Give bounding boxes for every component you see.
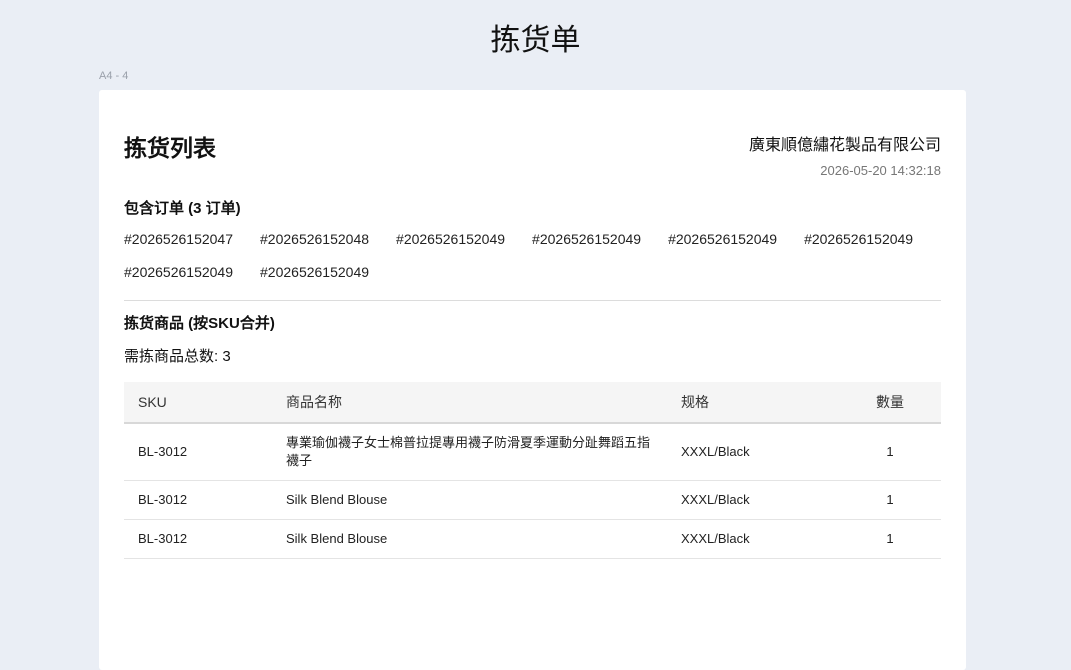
order-id: #2026526152048 <box>260 231 370 247</box>
column-header-name: 商品名称 <box>272 382 667 424</box>
cell-sku: BL-3012 <box>124 423 272 481</box>
table-row: BL-3012 Silk Blend Blouse XXXL/Black 1 <box>124 519 941 559</box>
print-timestamp: 2026-05-20 14:32:18 <box>820 163 941 178</box>
order-id: #2026526152049 <box>124 264 234 280</box>
items-section-title: 拣货商品 (按SKU合并) <box>124 315 275 332</box>
column-header-sku: SKU <box>124 382 272 424</box>
order-list: #2026526152047 #2026526152048 #202652615… <box>124 228 941 283</box>
order-id: #2026526152047 <box>124 231 234 247</box>
column-header-spec: 规格 <box>667 382 839 424</box>
page-heading: 拣货单 <box>490 24 581 57</box>
order-id: #2026526152049 <box>668 231 778 247</box>
cell-qty: 1 <box>839 519 941 559</box>
column-header-qty: 數量 <box>839 382 941 424</box>
table-row: BL-3012 專業瑜伽襪子女士棉普拉提專用襪子防滑夏季運動分趾舞蹈五指襪子 X… <box>124 423 941 481</box>
order-id: #2026526152049 <box>260 264 370 280</box>
order-id: #2026526152049 <box>396 231 506 247</box>
picking-sheet: 拣货列表 廣東順億繡花製品有限公司 2026-05-20 14:32:18 包含… <box>99 90 966 670</box>
order-id: #2026526152049 <box>532 231 642 247</box>
cell-qty: 1 <box>839 423 941 481</box>
cell-sku: BL-3012 <box>124 519 272 559</box>
company-name: 廣東順億繡花製品有限公司 <box>748 137 941 154</box>
page-size-label: A4 - 4 <box>99 70 129 82</box>
section-divider <box>124 300 941 301</box>
cell-name: Silk Blend Blouse <box>272 480 667 520</box>
table-row: BL-3012 Silk Blend Blouse XXXL/Black 1 <box>124 480 941 520</box>
items-table: SKU 商品名称 规格 數量 BL-3012 專業瑜伽襪子女士棉普拉提專用襪子防… <box>124 382 941 559</box>
total-items-count: 需拣商品总数: 3 <box>124 348 231 365</box>
document-title: 拣货列表 <box>124 135 216 161</box>
cell-name: Silk Blend Blouse <box>272 519 667 559</box>
cell-name: 專業瑜伽襪子女士棉普拉提專用襪子防滑夏季運動分趾舞蹈五指襪子 <box>272 423 667 481</box>
cell-sku: BL-3012 <box>124 480 272 520</box>
orders-section-title: 包含订单 (3 订单) <box>124 200 241 217</box>
cell-spec: XXXL/Black <box>667 423 839 481</box>
cell-qty: 1 <box>839 480 941 520</box>
order-id: #2026526152049 <box>804 231 914 247</box>
cell-spec: XXXL/Black <box>667 519 839 559</box>
cell-spec: XXXL/Black <box>667 480 839 520</box>
table-header-row: SKU 商品名称 规格 數量 <box>124 382 941 424</box>
